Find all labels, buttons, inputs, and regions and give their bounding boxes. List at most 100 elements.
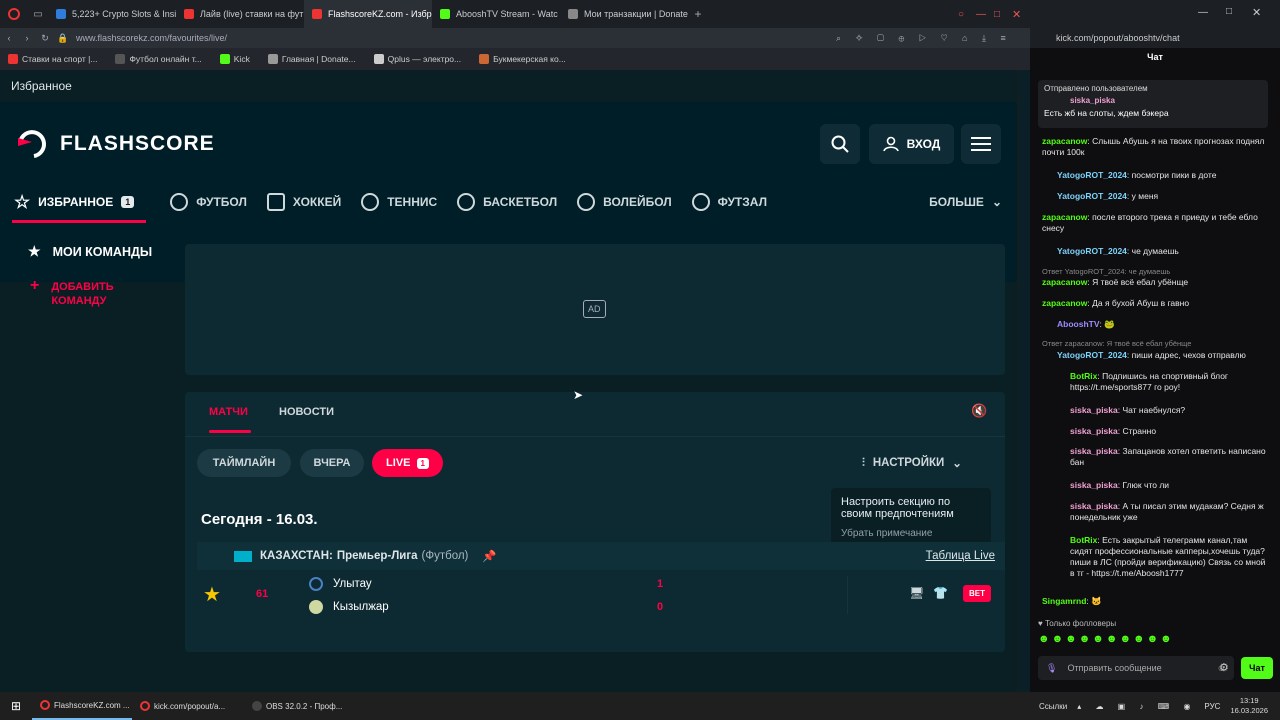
browser-tab-active[interactable]: FlashscoreKZ.com - Избр	[304, 0, 432, 28]
bookmark-item[interactable]: Kick	[219, 54, 250, 64]
dismiss-tooltip-link[interactable]: Убрать примечание	[841, 528, 981, 539]
nav-favorites[interactable]: ☆ ИЗБРАННОЕ 1	[0, 182, 146, 223]
close-icon[interactable]: ✕	[1012, 8, 1030, 21]
tv-icon[interactable]: 🖥	[909, 586, 924, 600]
search-icon[interactable]: ○	[958, 9, 976, 20]
nav-futsal[interactable]: ФУТЗАЛ	[682, 182, 777, 222]
search-button[interactable]	[820, 124, 860, 164]
opera-icon[interactable]	[0, 0, 28, 28]
start-icon[interactable]: ⊞	[0, 699, 32, 713]
match-row[interactable]: ★ 61 Улытау Кызылжар 1 0 🖥 👕 BET	[197, 572, 1005, 618]
chat-settings-icon[interactable]: ⚙	[1219, 661, 1229, 674]
menu-button[interactable]	[961, 124, 1001, 164]
chat-url[interactable]: kick.com/popout/abooshtv/chat	[1056, 33, 1180, 43]
filter-live[interactable]: LIVE 1	[372, 449, 443, 477]
chat-message: YatogoROT_2024: у меня	[1057, 191, 1159, 201]
match-minute: 61	[256, 588, 269, 600]
league-row: КАЗАХСТАН: Премьер-Лига (Футбол) 📌 Табли…	[197, 542, 1005, 570]
bookmark-item[interactable]: Ставки на спорт |...	[8, 54, 97, 64]
chat-message: YatogoROT_2024: че думаешь	[1057, 246, 1179, 256]
chevron-down-icon: ⌄	[991, 195, 1002, 209]
mic-icon[interactable]: 🎙	[1046, 663, 1057, 674]
chat-input[interactable]: 🎙 Отправить сообщение ☺	[1038, 656, 1234, 680]
taskbar-item[interactable]: kick.com/popout/a...	[132, 701, 244, 711]
nav-volleyball[interactable]: ВОЛЕЙБОЛ	[567, 182, 682, 222]
chat-message: siska_piska: Глюк что ли	[1070, 480, 1170, 490]
maximize-icon[interactable]: □	[1226, 6, 1232, 17]
away-score: 0	[657, 601, 664, 613]
taskbar-item[interactable]: OBS 32.0.2 - Проф...	[244, 701, 354, 711]
bookmark-item[interactable]: Футбол онлайн т...	[115, 54, 202, 64]
nav-more[interactable]: БОЛЬШЕ ⌄	[919, 182, 1018, 222]
pin-icon[interactable]: 📌	[482, 549, 496, 563]
hockey-icon	[266, 193, 285, 211]
nav-football[interactable]: ФУТБОЛ	[160, 182, 257, 222]
chat-message: YatogoROT_2024: пиши адрес, чехов отправ…	[1057, 350, 1246, 360]
language-indicator[interactable]: РУС	[1204, 702, 1220, 711]
bookmark-item[interactable]: Главная | Donate...	[267, 54, 356, 64]
nav-tennis[interactable]: ТЕННИС	[351, 182, 447, 222]
chat-reply-context: Ответ zapacanow: Я твоё всё ебал убёнще	[1042, 339, 1192, 348]
tab-news[interactable]: НОВОСТИ	[279, 406, 334, 418]
new-tab-button[interactable]: +	[688, 7, 708, 21]
favorite-star-icon[interactable]: ★	[203, 582, 221, 607]
bookmark-item[interactable]: Букмекерская ко...	[479, 54, 566, 64]
emote-bar[interactable]: ☻☻☻☻☻☻☻☻☻☻	[1038, 633, 1174, 645]
minimize-icon[interactable]: —	[976, 9, 994, 20]
chat-message: siska_piska: Странно	[1070, 426, 1157, 436]
url-field[interactable]: www.flashscorekz.com/favourites/live/	[76, 33, 836, 43]
settings-button[interactable]: ⫶ НАСТРОЙКИ ⌄	[862, 456, 962, 471]
browser-tab[interactable]: AbooshTV Stream - Watc	[432, 0, 560, 28]
bookmark-item[interactable]: Qplus — электро...	[373, 54, 461, 64]
browser-tab[interactable]: Мои транзакции | Donate	[560, 0, 688, 28]
tab-list-icon[interactable]: ▭	[28, 9, 48, 20]
chat-message: zapacanow: Я твоё всё ебал убёнще	[1042, 277, 1189, 287]
away-team-logo	[309, 600, 323, 614]
toolbar-icons[interactable]: ⌕ ✧ ▢ ⊕ ▷ ♡ ⌂ ⤓ ≡	[836, 33, 1012, 44]
clock[interactable]: 13:19 16.03.2026	[1230, 696, 1268, 716]
my-teams-heading: ★ МОИ КОМАНДЫ	[28, 243, 153, 259]
settings-tooltip: Настроить секцию по своим предпочтениям …	[831, 488, 991, 550]
send-chat-button[interactable]: Чат	[1241, 657, 1273, 679]
filter-yesterday[interactable]: ВЧЕРА	[300, 449, 364, 477]
add-team-link[interactable]: + ДОБАВИТЬ КОМАНДУ	[30, 278, 150, 308]
login-button[interactable]: ВХОД	[869, 124, 954, 164]
maximize-icon[interactable]: □	[994, 9, 1012, 20]
close-icon[interactable]: ✕	[1252, 6, 1261, 19]
tab-matches[interactable]: МАТЧИ	[209, 406, 248, 418]
chat-message: Singamrnd: 🐱	[1042, 596, 1102, 606]
chat-message: BotRix: Подпишись на спортивный блог htt…	[1070, 371, 1229, 392]
hamburger-icon	[971, 137, 991, 151]
flashscore-logo[interactable]: FLASHSCORE	[16, 128, 215, 160]
league-table-link[interactable]: Таблица Live	[926, 550, 995, 562]
browser-tab[interactable]: Лайв (live) ставки на фут	[176, 0, 304, 28]
mute-icon[interactable]: 🔇	[971, 403, 987, 419]
nav-basketball[interactable]: БАСКЕТБОЛ	[447, 182, 567, 222]
page-top-label: Избранное	[0, 70, 1018, 102]
row-divider	[847, 576, 848, 614]
search-icon	[831, 135, 849, 153]
home-team: Улытау	[333, 578, 372, 590]
home-score: 1	[657, 578, 664, 590]
bet-button[interactable]: BET	[963, 585, 991, 602]
taskbar-item[interactable]: FlashscoreKZ.com ...	[32, 692, 132, 720]
tray-icons[interactable]: ▴ ☁ ▣ ♪ ⌨ ◉	[1077, 702, 1196, 711]
jersey-icon[interactable]: 👕	[933, 586, 948, 600]
chat-message: AbooshTV: 🐸	[1057, 319, 1115, 329]
favorites-count-badge: 1	[121, 196, 135, 208]
links-toolbar[interactable]: Ссылки	[1039, 702, 1067, 711]
matches-panel: МАТЧИ НОВОСТИ 🔇 ТАЙМЛАЙН ВЧЕРА LIVE 1 ⫶ …	[185, 392, 1005, 652]
chat-title: Чат	[1147, 52, 1163, 62]
minimize-icon[interactable]: —	[1198, 7, 1208, 18]
nav-hockey[interactable]: ХОККЕЙ	[257, 182, 351, 222]
chat-reply-context: Ответ YatogoROT_2024: че думаешь	[1042, 267, 1171, 276]
back-icon[interactable]: ‹	[0, 33, 18, 43]
reload-icon[interactable]: ↻	[36, 33, 54, 44]
scrollbar[interactable]	[1017, 70, 1018, 692]
forward-icon[interactable]: ›	[18, 33, 36, 43]
filter-timeline[interactable]: ТАЙМЛАЙН	[197, 449, 291, 477]
pinned-message[interactable]: Отправлено пользователем siska_piska Ест…	[1038, 80, 1268, 128]
live-count-badge: 1	[416, 457, 429, 469]
date-heading: Сегодня - 16.03.	[201, 511, 318, 528]
browser-tab[interactable]: 5,223+ Crypto Slots & Insi	[48, 0, 176, 28]
